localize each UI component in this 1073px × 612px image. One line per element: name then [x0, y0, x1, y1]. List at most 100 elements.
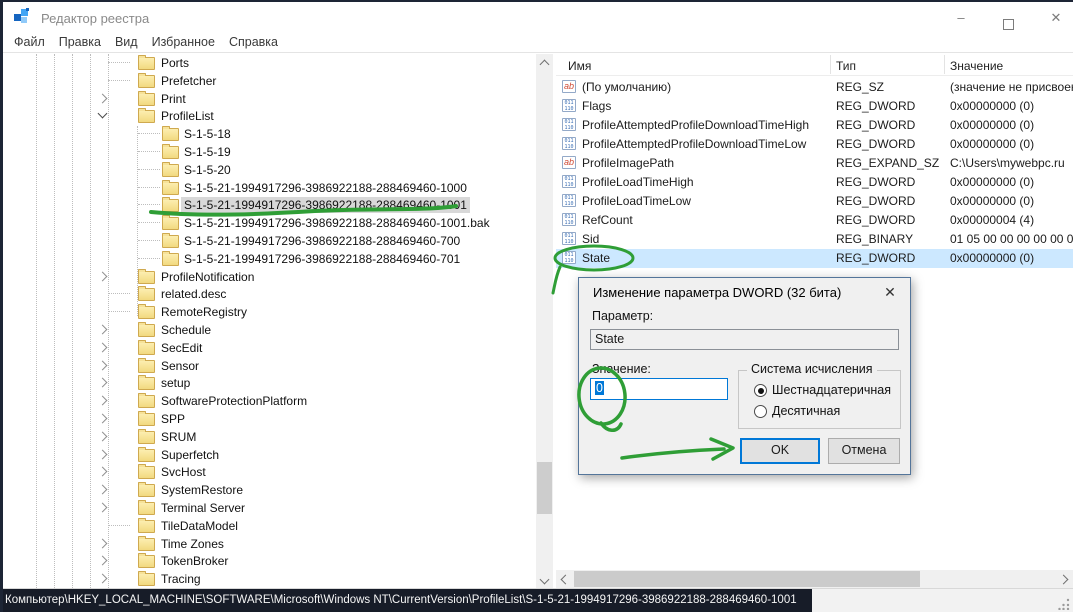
tree-item-label[interactable]: S-1-5-21-1994917296-3986922188-288469460… [181, 215, 493, 231]
value-row[interactable]: 011 110ProfileAttemptedProfileDownloadTi… [556, 116, 1073, 135]
tree-item[interactable]: TokenBroker [3, 552, 536, 570]
value-row[interactable]: 011 110RefCountREG_DWORD0x00000004 (4) [556, 211, 1073, 230]
scroll-up-icon[interactable] [540, 60, 550, 70]
tree-item[interactable]: SecEdit [3, 339, 536, 357]
tree-item[interactable]: SoftwareProtectionPlatform [3, 392, 536, 410]
tree-item[interactable]: Sensor [3, 357, 536, 375]
cancel-button[interactable]: Отмена [828, 438, 900, 464]
tree-item-label[interactable]: Terminal Server [158, 500, 248, 516]
radio-icon-dec[interactable] [754, 405, 767, 418]
tree-item-label[interactable]: SPP [158, 411, 188, 427]
value-row[interactable]: 011 110SidREG_BINARY01 05 00 00 00 00 00… [556, 230, 1073, 249]
expand-chevron-icon[interactable] [98, 449, 108, 459]
value-row[interactable]: 011 110ProfileLoadTimeLowREG_DWORD0x0000… [556, 192, 1073, 211]
tree-item[interactable]: S-1-5-20 [3, 161, 536, 179]
scroll-down-icon[interactable] [540, 575, 550, 585]
expand-chevron-icon[interactable] [98, 467, 108, 477]
tree-item-label[interactable]: RemoteRegistry [158, 304, 250, 320]
tree-item[interactable]: Schedule [3, 321, 536, 339]
expand-chevron-icon[interactable] [98, 485, 108, 495]
menu-item-Избранное[interactable]: Избранное [145, 35, 222, 49]
menu-item-Вид[interactable]: Вид [108, 35, 145, 49]
close-button[interactable]: ✕ [1041, 8, 1071, 28]
radio-label-hex[interactable]: Шестнадцатеричная [772, 383, 891, 397]
tree-item[interactable]: Time Zones [3, 535, 536, 553]
value-row[interactable]: 011 110FlagsREG_DWORD0x00000000 (0) [556, 97, 1073, 116]
column-separator[interactable] [830, 55, 831, 74]
tree-item-label[interactable]: SoftwareProtectionPlatform [158, 393, 310, 409]
expand-chevron-icon[interactable] [98, 271, 108, 281]
tree-item-label[interactable]: TileDataModel [158, 518, 241, 534]
tree-item-label[interactable]: Sensor [158, 358, 202, 374]
tree-item-label[interactable]: S-1-5-21-1994917296-3986922188-288469460… [181, 180, 470, 196]
tree-item[interactable]: SystemRestore [3, 481, 536, 499]
scroll-left-icon[interactable] [561, 575, 571, 585]
menu-item-Правка[interactable]: Правка [52, 35, 108, 49]
list-scrollbar-thumb[interactable] [574, 571, 920, 587]
column-header-name[interactable]: Имя [568, 59, 591, 73]
value-row[interactable]: 011 110ProfileLoadTimeHighREG_DWORD0x000… [556, 173, 1073, 192]
tree-item-label[interactable]: Print [158, 91, 189, 107]
expand-chevron-icon[interactable] [98, 574, 108, 584]
tree-item[interactable]: Ports [3, 54, 536, 72]
expand-chevron-icon[interactable] [98, 396, 108, 406]
tree-item[interactable]: Terminal Server [3, 499, 536, 517]
tree-item-label[interactable]: Schedule [158, 322, 214, 338]
expand-chevron-icon[interactable] [98, 556, 108, 566]
tree-item[interactable]: Print [3, 90, 536, 108]
expand-chevron-icon[interactable] [98, 431, 108, 441]
value-row[interactable]: 011 110StateREG_DWORD0x00000000 (0) [556, 249, 1073, 268]
tree-item[interactable]: Tracing [3, 570, 536, 588]
tree-item-label[interactable]: ProfileNotification [158, 269, 257, 285]
tree-item[interactable]: S-1-5-18 [3, 125, 536, 143]
tree-scrollbar-thumb[interactable] [537, 462, 552, 514]
tree-item[interactable]: S-1-5-21-1994917296-3986922188-288469460… [3, 196, 536, 214]
radio-icon-hex[interactable] [754, 384, 767, 397]
param-name-field[interactable]: State [590, 329, 899, 350]
tree-item[interactable]: Prefetcher [3, 72, 536, 90]
scroll-right-icon[interactable] [1059, 575, 1069, 585]
expand-chevron-icon[interactable] [98, 378, 108, 388]
value-row[interactable]: abProfileImagePathREG_EXPAND_SZC:\Users\… [556, 154, 1073, 173]
value-input[interactable]: 0 [590, 378, 728, 400]
tree-item[interactable]: related.desc [3, 285, 536, 303]
tree-item-label[interactable]: S-1-5-21-1994917296-3986922188-288469460… [181, 197, 470, 213]
ok-button[interactable]: OK [740, 438, 820, 464]
tree-item-label[interactable]: Prefetcher [158, 73, 219, 89]
resize-grip-icon[interactable] [1058, 598, 1070, 610]
collapse-chevron-icon[interactable] [98, 109, 108, 119]
tree-item-label[interactable]: TokenBroker [158, 553, 231, 569]
expand-chevron-icon[interactable] [98, 414, 108, 424]
tree-item[interactable]: S-1-5-21-1994917296-3986922188-288469460… [3, 250, 536, 268]
expand-chevron-icon[interactable] [98, 360, 108, 370]
tree-item[interactable]: RemoteRegistry [3, 303, 536, 321]
tree-item[interactable]: ProfileList [3, 107, 536, 125]
tree-item[interactable]: S-1-5-21-1994917296-3986922188-288469460… [3, 179, 536, 197]
tree-item-label[interactable]: S-1-5-21-1994917296-3986922188-288469460… [181, 233, 463, 249]
tree-item-label[interactable]: ProfileList [158, 108, 217, 124]
tree-item[interactable]: S-1-5-19 [3, 143, 536, 161]
expand-chevron-icon[interactable] [98, 325, 108, 335]
expand-chevron-icon[interactable] [98, 342, 108, 352]
tree-item[interactable]: Superfetch [3, 446, 536, 464]
tree-item[interactable]: S-1-5-21-1994917296-3986922188-288469460… [3, 232, 536, 250]
minimize-button[interactable]: – [946, 8, 976, 28]
tree-item[interactable]: SPP [3, 410, 536, 428]
expand-chevron-icon[interactable] [98, 538, 108, 548]
column-header-type[interactable]: Тип [836, 59, 856, 73]
expand-chevron-icon[interactable] [98, 93, 108, 103]
tree-item-label[interactable]: SystemRestore [158, 482, 246, 498]
tree-item[interactable]: TileDataModel [3, 517, 536, 535]
tree-item-label[interactable]: S-1-5-21-1994917296-3986922188-288469460… [181, 251, 463, 267]
menu-item-Справка[interactable]: Справка [222, 35, 285, 49]
tree-item-label[interactable]: setup [158, 375, 193, 391]
tree-item[interactable]: setup [3, 374, 536, 392]
tree-item[interactable]: SRUM [3, 428, 536, 446]
tree-item-label[interactable]: SvcHost [158, 464, 209, 480]
column-separator[interactable] [944, 55, 945, 74]
tree-item-label[interactable]: S-1-5-20 [181, 162, 234, 178]
expand-chevron-icon[interactable] [98, 503, 108, 513]
tree-item-label[interactable]: Time Zones [158, 536, 227, 552]
tree-item-label[interactable]: Superfetch [158, 447, 222, 463]
tree-item-label[interactable]: S-1-5-19 [181, 144, 234, 160]
